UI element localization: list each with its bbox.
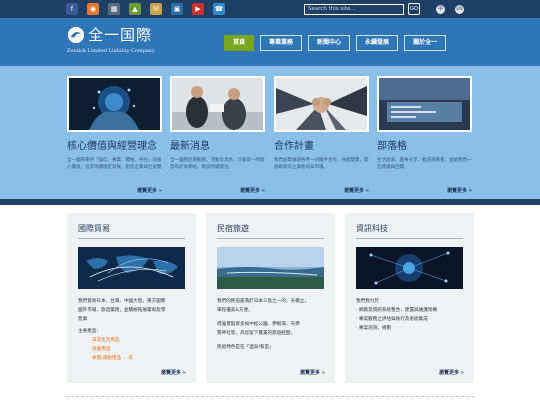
card-line: 車程優美&方便。: [217, 308, 253, 313]
bookmark-icon[interactable]: ▣: [171, 3, 183, 15]
product-link[interactable]: 休閒/運動用品 ... 等: [78, 354, 185, 363]
nav-home[interactable]: 首頁: [224, 35, 255, 51]
card-international-trade: 國際貿易 我們貿易日本、台灣、中國大陸，東方國際 國外市場，旅遊業務，並積極拓展…: [67, 213, 196, 383]
main-nav: 首頁 專業業務 新聞中心 永續發展 關於全一: [224, 35, 447, 51]
card-more-link[interactable]: 瀏覽更多 »: [300, 369, 325, 376]
feature-blog: 部落格 生活點滴、趣事分享，歡迎來看看，並給我們一些建議與回饋。 瀏覽更多 »: [377, 76, 472, 194]
feature-title: 核心價值與經營理念: [67, 141, 157, 152]
card-line: 我們的民宿座落於日本三島之一的：天橋立，: [217, 299, 309, 304]
feature-image-cooperation[interactable]: [274, 76, 369, 132]
card-line: 勢神社等，為您留下寶貴的旅遊經歷。: [217, 331, 296, 336]
logo-title[interactable]: 全一国際: [88, 24, 152, 45]
card-line: 周邊景點眾多如中松公園、伊根灣、天伊: [217, 322, 300, 327]
logo-subtitle: Zentick Limited Liability Company: [67, 48, 155, 54]
footer-divider: [66, 396, 474, 397]
card-more-link[interactable]: 瀏覽更多 »: [161, 369, 186, 376]
card-body: 我們致力於 · 網路及資訊系統整合，建置與維護架構 · 專案服務之評估與執行及系…: [356, 297, 463, 333]
top-bar: f ◉ ▦ ▲ ✉ ▣ ▶ ☎ Search this site... GO 中…: [0, 0, 540, 18]
card-image-network[interactable]: [356, 247, 463, 289]
rss-icon[interactable]: ◉: [87, 3, 99, 15]
feature-image-blog[interactable]: [377, 76, 472, 132]
card-title: 資訊科技: [356, 223, 463, 239]
card-image-world-map[interactable]: [78, 247, 185, 289]
card-image-coast[interactable]: [217, 247, 324, 289]
card-line: 我們貿易日本、台灣、中國大陸，東方國際: [78, 299, 166, 304]
search-go-button[interactable]: GO: [408, 3, 420, 15]
image-icon[interactable]: ▲: [129, 3, 141, 15]
feature-more-link[interactable]: 瀏覽更多 »: [240, 187, 265, 194]
card-bnb-travel: 民宿旅遊 我們的民宿座落於日本三島之一的：天橋立， 車程優美&方便。 周邊景點眾…: [206, 213, 335, 383]
feature-section: 核心價值與經營理念 全一國際秉持「誠信、專業、積極、共任」的核心價值，追求持續穩…: [0, 66, 540, 199]
feature-image-latest-news[interactable]: [170, 76, 265, 132]
logo-icon[interactable]: [67, 26, 85, 44]
section-divider: [0, 199, 540, 205]
feature-core-values: 核心價值與經營理念 全一國際秉持「誠信、專業、積極、共任」的核心價值，追求持續穩…: [67, 76, 162, 194]
nav-sustainability[interactable]: 永續發展: [356, 35, 399, 51]
mail-icon[interactable]: ✉: [150, 3, 162, 15]
products-label: 主要產品：: [78, 329, 101, 334]
video-icon[interactable]: ▶: [192, 3, 204, 15]
card-line: 售業: [78, 317, 88, 322]
feature-title: 最新消息: [170, 141, 210, 152]
feature-image-core-values[interactable]: [67, 76, 162, 132]
card-line: · 專案服務之評估與執行及系統集成: [356, 317, 428, 322]
card-more-link[interactable]: 瀏覽更多 »: [439, 369, 464, 376]
search-input[interactable]: Search this site...: [304, 4, 404, 15]
card-line: 國外市場，旅遊業務，並積極拓展電商及零: [78, 308, 166, 313]
nav-about[interactable]: 關於全一: [404, 35, 447, 51]
card-title: 民宿旅遊: [217, 223, 324, 239]
feature-desc: 生活點滴、趣事分享，歡迎來看看，並給我們一些建議與回饋。: [377, 158, 472, 170]
grid-icon[interactable]: ▦: [108, 3, 120, 15]
product-link[interactable]: 保養用品: [78, 345, 185, 354]
phone-icon[interactable]: ☎: [213, 3, 225, 15]
card-information-technology: 資訊科技 我們致力於 · 網路及資訊系統整合，建置與維護架構 · 專案服務之評估…: [345, 213, 474, 383]
card-title: 國際貿易: [78, 223, 185, 239]
card-line: 民宿特色是在「溫泉/和室」: [217, 345, 274, 350]
nav-news-center[interactable]: 新聞中心: [308, 35, 351, 51]
feature-desc: 全一國際秉持「誠信、專業、積極、共任」的核心價值，追求持續穩定發展，創造企業與社…: [67, 158, 162, 170]
feature-desc: 我們誠摯邀請各界一同攜手合作，共創雙贏，開創嶄新的企業格局與市場。: [274, 158, 369, 170]
card-line: · 網路及資訊系統整合，建置與維護架構: [356, 308, 438, 313]
feature-desc: 全一國際近期動態，活動及消息，均會第一時間發布於本網站，敬請持續關注。: [170, 158, 265, 170]
card-body: 我們的民宿座落於日本三島之一的：天橋立， 車程優美&方便。 周邊景點眾多如中松公…: [217, 297, 324, 352]
card-line: · 專案諮詢，規劃: [356, 326, 392, 331]
facebook-icon[interactable]: f: [66, 3, 78, 15]
feature-title: 部落格: [377, 141, 407, 152]
language-chinese-button[interactable]: 中: [436, 5, 445, 14]
feature-latest-news: 最新消息 全一國際近期動態，活動及消息，均會第一時間發布於本網站，敬請持續關注。…: [170, 76, 265, 194]
social-icons: f ◉ ▦ ▲ ✉ ▣ ▶ ☎: [66, 3, 225, 15]
feature-cooperation: 合作計畫 我們誠摯邀請各界一同攜手合作，共創雙贏，開創嶄新的企業格局與市場。 瀏…: [274, 76, 369, 194]
card-line: 我們致力於: [356, 299, 379, 304]
product-link[interactable]: 日常生活用品: [78, 336, 185, 345]
card-body: 我們貿易日本、台灣、中國大陸，東方國際 國外市場，旅遊業務，並積極拓展電商及零 …: [78, 297, 185, 363]
language-english-button[interactable]: EN: [455, 5, 464, 14]
feature-more-link[interactable]: 瀏覽更多 »: [447, 187, 472, 194]
feature-more-link[interactable]: 瀏覽更多 »: [344, 187, 369, 194]
nav-business[interactable]: 專業業務: [260, 35, 303, 51]
site-header: 全一国際 Zentick Limited Liability Company 首…: [0, 18, 540, 66]
feature-title: 合作計畫: [274, 141, 314, 152]
feature-more-link[interactable]: 瀏覽更多 »: [137, 187, 162, 194]
